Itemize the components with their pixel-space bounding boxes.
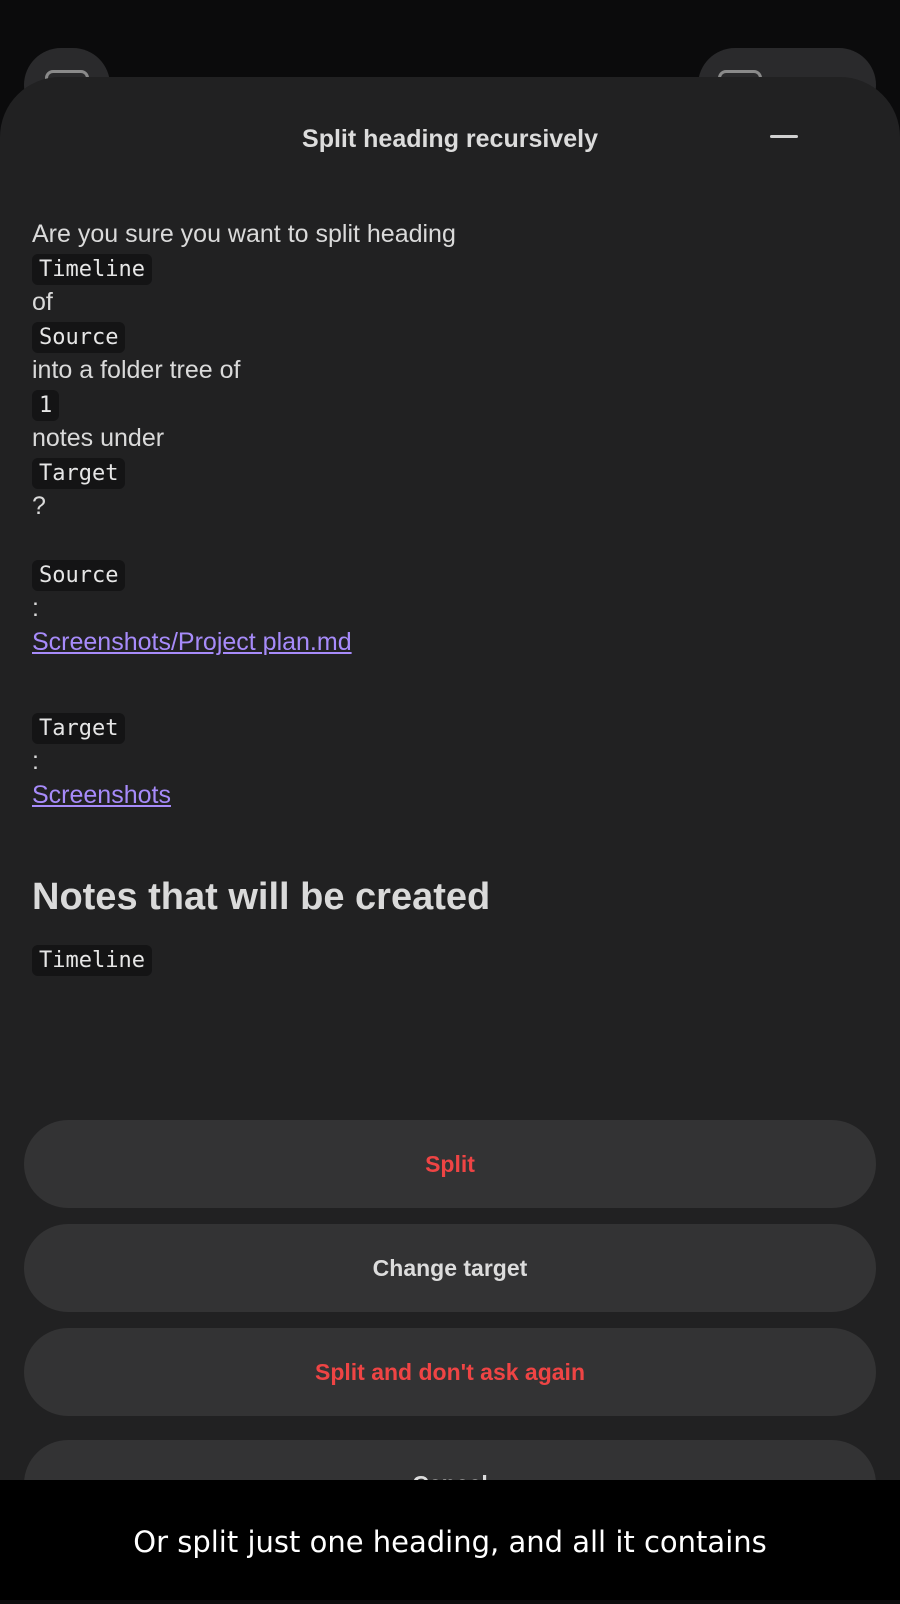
note-count-code: 1 (32, 390, 60, 421)
split-button[interactable]: Split (24, 1120, 876, 1208)
source-code: Source (32, 322, 126, 353)
notes-under-text: notes under (32, 424, 165, 452)
notes-heading: Notes that will be created (32, 876, 491, 918)
source-label-code: Source (32, 560, 126, 591)
heading-name-code: Timeline (32, 254, 152, 285)
target-label-code: Target (32, 713, 126, 744)
modal-body: Are you sure you want to split heading T… (32, 217, 868, 976)
change-target-button[interactable]: Change target (24, 1224, 876, 1312)
source-path-link[interactable]: Screenshots/Project plan.md (32, 628, 352, 656)
split-dont-ask-button[interactable]: Split and don't ask again (24, 1328, 876, 1416)
of-text: of (32, 288, 53, 316)
into-text: into a folder tree of (32, 356, 241, 384)
caption-bar: Or split just one heading, and all it co… (0, 1480, 900, 1600)
target-path-link[interactable]: Screenshots (32, 781, 171, 809)
modal-title: Split heading recursively (302, 125, 598, 153)
split-heading-modal: Split heading recursively Are you sure y… (0, 77, 900, 1600)
minimize-icon[interactable] (770, 135, 798, 138)
target-code: Target (32, 458, 126, 489)
note-list-item: Timeline (32, 945, 152, 976)
target-colon: : (32, 747, 39, 775)
source-colon: : (32, 594, 39, 622)
question-mark-text: ? (32, 492, 46, 520)
intro-text: Are you sure you want to split heading (32, 220, 456, 248)
